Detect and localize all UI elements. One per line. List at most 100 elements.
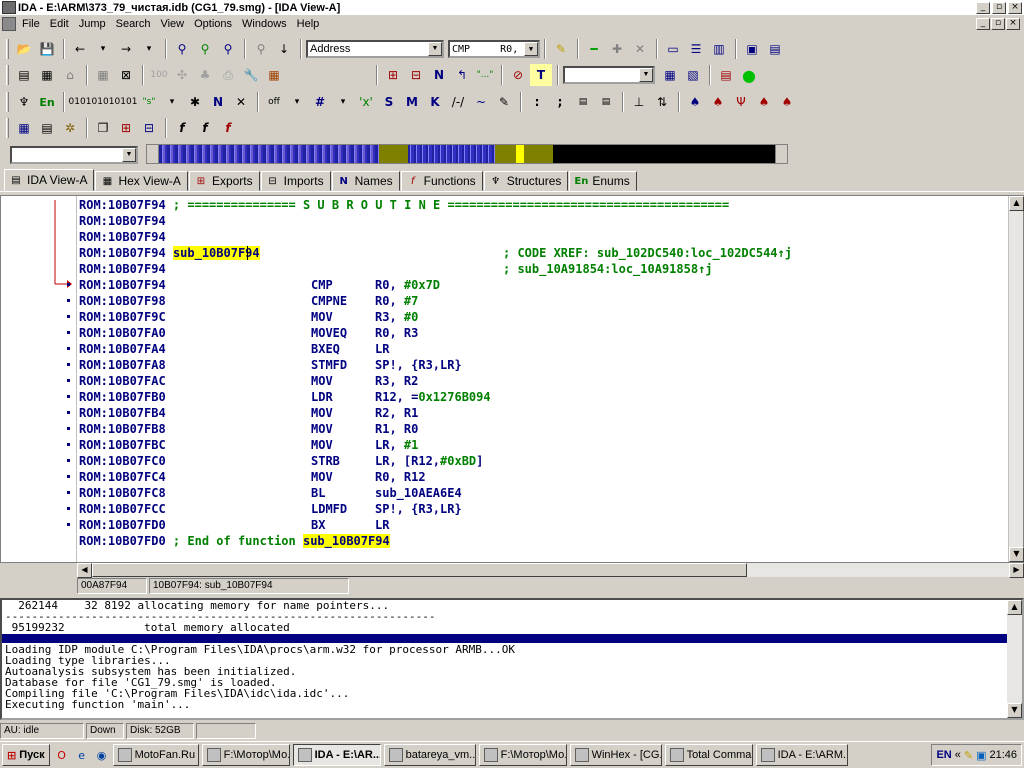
tray-app-icon[interactable]: ✎ [964, 749, 973, 762]
listing-line[interactable]: ROM:10B07FBC MOV LR, #1 [79, 437, 999, 453]
back-dropdown-icon[interactable]: ▾ [92, 38, 114, 60]
minus-icon[interactable]: ━ [583, 38, 605, 60]
menu-windows[interactable]: Windows [238, 18, 293, 30]
listing-line[interactable]: ROM:10B07FD0 BX LR [79, 517, 999, 533]
minimize-button[interactable]: _ [976, 1, 990, 14]
hash-icon[interactable]: # [309, 91, 331, 113]
call-graph-icon[interactable]: ♠ [707, 91, 729, 113]
function-end-icon[interactable]: f [217, 117, 239, 139]
taskbar-task[interactable]: batareya_vm... [383, 744, 476, 766]
taskbar-task[interactable]: Total Comma... [664, 744, 753, 766]
listing-line[interactable]: ROM:10B07F94 [79, 229, 999, 245]
segment-reg-icon[interactable]: S [378, 91, 400, 113]
listing-line[interactable]: ROM:10B07F94 CMP R0, #0x7D [79, 277, 999, 293]
notes-icon[interactable]: ▤ [715, 64, 737, 86]
mdi-close-button[interactable]: × [1006, 17, 1020, 30]
tray-network-icon[interactable]: ▣ [976, 749, 986, 762]
zoom-100-icon[interactable]: 100 [148, 64, 170, 86]
tile-horizontal-icon[interactable]: ☰ [685, 38, 707, 60]
edit-icon[interactable]: ✎ [493, 91, 515, 113]
instruction-combo[interactable]: CMP R0, #0 ▼ [448, 40, 540, 58]
listing-line[interactable]: ROM:10B07FB4 MOV R2, R1 [79, 405, 999, 421]
close-button[interactable]: × [1008, 1, 1022, 14]
nav-combo[interactable]: ▼ [10, 146, 138, 164]
xref-to-icon[interactable]: Ψ [730, 91, 752, 113]
taskbar-task[interactable]: F:\Мотор\Мо... [201, 744, 290, 766]
menu-jump[interactable]: Jump [75, 18, 112, 30]
dropdown-icon[interactable]: ▾ [161, 91, 183, 113]
output-window[interactable]: 262144 32 8192 allocating memory for nam… [0, 598, 1024, 720]
grid-icon[interactable]: ▦ [92, 64, 114, 86]
back-icon[interactable]: ← [69, 38, 91, 60]
mdi-restore-button[interactable]: ▫ [991, 17, 1005, 30]
language-icon[interactable]: EN [936, 749, 951, 761]
name-icon[interactable]: N [207, 91, 229, 113]
fit-icon[interactable]: ✣ [171, 64, 193, 86]
horizontal-scrollbar[interactable]: ◀ ▶ [77, 563, 1024, 578]
close-icon[interactable]: ✕ [629, 38, 651, 60]
xref-from-icon[interactable]: ♠ [753, 91, 775, 113]
vertical-scrollbar[interactable]: ▲ ▼ [1008, 196, 1024, 562]
menu-edit[interactable]: Edit [46, 18, 75, 30]
type-icon[interactable]: T [530, 64, 552, 86]
start-button[interactable]: ⊞ Пуск [2, 744, 50, 766]
mdi-minimize-button[interactable]: _ [976, 17, 990, 30]
offset-icon[interactable]: off [263, 91, 285, 113]
listing-line[interactable]: ROM:10B07FA0 MOVEQ R0, R3 [79, 325, 999, 341]
palette-icon[interactable]: ▦ [263, 64, 285, 86]
listing-line[interactable]: ROM:10B07FB0 LDR R12, =0x1276B094 [79, 389, 999, 405]
function-edit-icon[interactable]: f [194, 117, 216, 139]
tools-icon[interactable]: 🔧 [240, 64, 262, 86]
listing-line[interactable]: ROM:10B07FA4 BXEQ LR [79, 341, 999, 357]
tab-exports[interactable]: ⊞ Exports [188, 171, 260, 191]
navigation-band[interactable] [146, 144, 788, 164]
windows-icon[interactable]: ❐ [92, 117, 114, 139]
scroll-left-icon[interactable]: ◀ [77, 563, 92, 578]
forward-dropdown-icon[interactable]: ▾ [138, 38, 160, 60]
stack-var-icon[interactable]: K [424, 91, 446, 113]
listing-line[interactable]: ROM:10B07F9C MOV R3, #0 [79, 309, 999, 325]
code-icon[interactable]: 0101 [69, 91, 92, 113]
enums-icon[interactable]: En [36, 91, 58, 113]
function-icon[interactable]: f [171, 117, 193, 139]
chart-icon[interactable]: ⊥ [628, 91, 650, 113]
calculator-icon[interactable]: ▦ [13, 117, 35, 139]
tab-ida-view-a[interactable]: ▤ IDA View-A [4, 169, 95, 191]
tab-names[interactable]: N Names [331, 171, 400, 191]
run-status-icon[interactable]: ● [738, 64, 760, 86]
nav-right-arrow[interactable] [775, 145, 788, 163]
search-next-icon[interactable]: ⚲ [194, 38, 216, 60]
semicolon-icon[interactable]: ; [549, 91, 571, 113]
search-disabled-icon[interactable]: ⚲ [250, 38, 272, 60]
string-icon[interactable]: "s" [138, 91, 160, 113]
chevron-down-icon[interactable]: ▼ [639, 68, 653, 82]
unhide-icon[interactable]: ▤ [595, 91, 617, 113]
listing-line[interactable]: ROM:10B07FD0 ; End of function sub_10B07… [79, 533, 999, 549]
names-icon[interactable]: N [428, 64, 450, 86]
undefine-icon[interactable]: 0101 [115, 91, 138, 113]
taskbar-task[interactable]: F:\Мотор\Мо... [478, 744, 567, 766]
add-icon[interactable]: ✚ [606, 38, 628, 60]
mdi-window-icon[interactable] [2, 16, 16, 31]
listing-line[interactable]: ROM:10B07FC4 MOV R0, R12 [79, 469, 999, 485]
tab-functions[interactable]: f Functions [400, 171, 483, 191]
dropdown-icon[interactable]: ▾ [286, 91, 308, 113]
cascade-icon[interactable]: ▭ [662, 38, 684, 60]
char-icon[interactable]: 'x' [355, 91, 377, 113]
chevron-down-icon[interactable]: ▼ [122, 148, 136, 162]
taskbar-task[interactable]: WinHex - [CG... [569, 744, 662, 766]
menu-help[interactable]: Help [293, 18, 326, 30]
print-icon[interactable]: ⎙ [217, 64, 239, 86]
data-icon[interactable]: 0101 [92, 91, 115, 113]
entry-icon[interactable]: ↰ [451, 64, 473, 86]
listing-line[interactable]: ROM:10B07FAC MOV R3, R2 [79, 373, 999, 389]
colon-icon[interactable]: : [526, 91, 548, 113]
segment-combo[interactable]: ▼ [563, 66, 655, 84]
tab-hex-view-a[interactable]: ▦ Hex View-A [95, 171, 188, 191]
dropdown-icon[interactable]: ▾ [332, 91, 354, 113]
listing-line[interactable]: ROM:10B07FC8 BL sub_10AEA6E4 [79, 485, 999, 501]
selectors-icon[interactable]: ⊟ [138, 117, 160, 139]
negate-icon[interactable]: /-/ [447, 91, 469, 113]
bitwise-icon[interactable]: ~ [470, 91, 492, 113]
list-icon[interactable]: ▤ [764, 38, 786, 60]
